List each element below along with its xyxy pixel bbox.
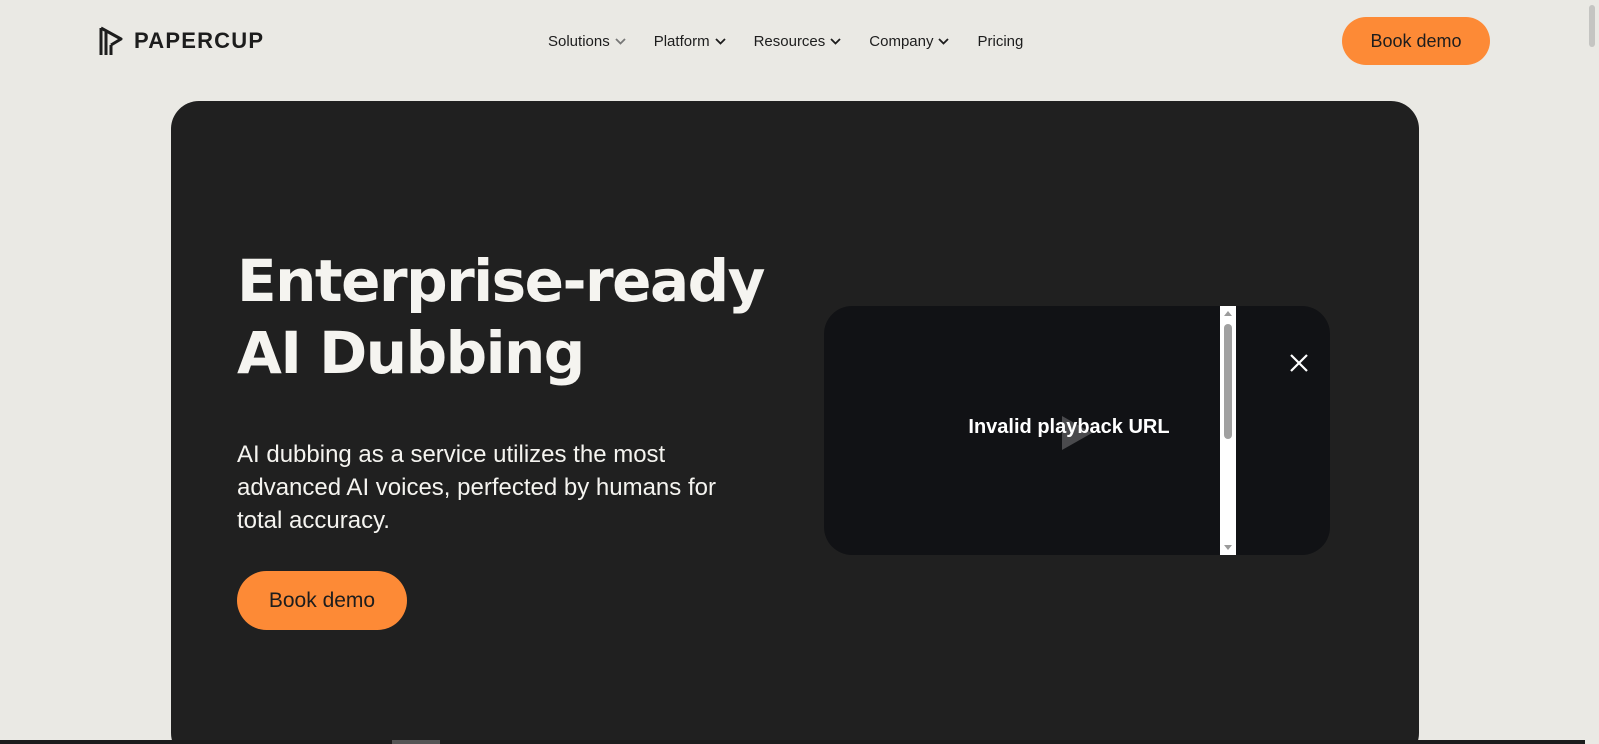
book-demo-button[interactable]: Book demo <box>1342 17 1490 65</box>
hero-title-line-1: Enterprise-ready <box>237 247 765 315</box>
main-nav: Solutions Platform Resources Company Pri… <box>548 30 1023 52</box>
video-scrollbar[interactable] <box>1220 306 1236 555</box>
nav-label: Platform <box>653 32 710 50</box>
bottom-strip <box>0 740 1585 744</box>
hero-section: Enterprise-ready AI Dubbing AI dubbing a… <box>171 101 1419 744</box>
resize-handle <box>824 306 838 320</box>
page: PAPERCUP Solutions Platform Resources Co… <box>0 0 1599 744</box>
logo-wordmark: PAPERCUP <box>134 28 265 53</box>
nav-item-company[interactable]: Company <box>869 32 950 50</box>
nav-label: Pricing <box>977 32 1024 50</box>
chevron-down-icon <box>938 37 950 45</box>
hero-description: AI dubbing as a service utilizes the mos… <box>237 441 716 534</box>
video-error-message: Invalid playback URL <box>968 416 1170 438</box>
chevron-down-icon <box>615 37 626 45</box>
hero-title-line-2: AI Dubbing <box>237 319 585 387</box>
site-header: PAPERCUP Solutions Platform Resources Co… <box>0 0 1599 82</box>
nav-item-solutions[interactable]: Solutions <box>548 33 626 50</box>
chevron-down-icon <box>830 37 841 45</box>
hero-book-demo-button[interactable]: Book demo <box>237 571 407 630</box>
close-icon[interactable] <box>1288 352 1310 374</box>
papercup-logo-icon <box>99 26 123 55</box>
bottom-strip-marker <box>392 740 440 744</box>
papercup-logo[interactable]: PAPERCUP <box>99 25 264 57</box>
scroll-thumb[interactable] <box>1224 324 1232 439</box>
chevron-down-icon <box>714 37 726 45</box>
nav-item-pricing[interactable]: Pricing <box>977 33 1023 50</box>
scroll-down-arrow-icon[interactable] <box>1224 545 1232 550</box>
video-player[interactable]: Invalid playback URL <box>824 306 1330 555</box>
hero-title: Enterprise-ready AI Dubbing <box>237 245 797 389</box>
scroll-up-arrow-icon[interactable] <box>1224 311 1232 316</box>
page-scroll-thumb[interactable] <box>1589 5 1595 47</box>
nav-label: Solutions <box>548 32 610 50</box>
nav-item-resources[interactable]: Resources <box>754 33 842 50</box>
nav-label: Resources <box>753 32 826 50</box>
page-scrollbar[interactable] <box>1585 0 1599 744</box>
nav-label: Company <box>869 32 934 50</box>
nav-item-platform[interactable]: Platform <box>654 33 726 50</box>
